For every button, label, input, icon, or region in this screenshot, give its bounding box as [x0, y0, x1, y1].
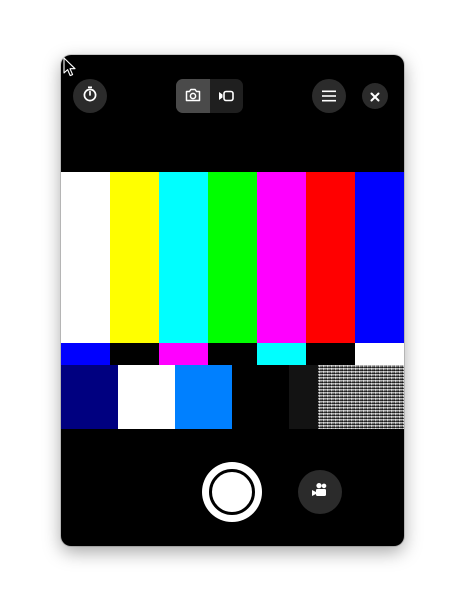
- camera-viewfinder: [61, 172, 404, 429]
- color-bar: [208, 172, 257, 343]
- color-bars-middle: [61, 343, 404, 365]
- color-bar: [232, 365, 289, 429]
- color-bar: [257, 172, 306, 343]
- color-bar: [175, 365, 232, 429]
- color-bar: [306, 343, 355, 365]
- color-bar: [355, 343, 404, 365]
- color-bar: [61, 172, 110, 343]
- capture-mode-toggle: [176, 79, 243, 113]
- shutter-button[interactable]: [202, 462, 262, 522]
- color-bar: [118, 365, 175, 429]
- menu-button[interactable]: [312, 79, 346, 113]
- color-bar: [208, 343, 257, 365]
- color-bar: [61, 343, 110, 365]
- shutter-inner-ring: [209, 469, 255, 515]
- mouse-cursor-icon: [63, 57, 77, 81]
- color-bar: [110, 172, 159, 343]
- color-bars-top: [61, 172, 404, 343]
- color-bar: [61, 365, 118, 429]
- color-bar: [306, 172, 355, 343]
- timer-icon: [82, 86, 98, 106]
- photo-mode-button[interactable]: [176, 79, 210, 113]
- camera-window: Camera: [61, 55, 404, 546]
- color-bars-bottom: [61, 365, 404, 429]
- color-bar: [159, 343, 208, 365]
- color-bar: [355, 172, 404, 343]
- video-mode-button[interactable]: [210, 79, 244, 113]
- static-noise: [318, 365, 404, 429]
- camera-icon: [185, 87, 201, 106]
- video-camera-icon: [218, 87, 235, 106]
- color-bar: [289, 365, 318, 429]
- close-icon: [370, 87, 380, 106]
- color-bar: [110, 343, 159, 365]
- app-title: Camera: [61, 55, 62, 56]
- timer-button[interactable]: [73, 79, 107, 113]
- hamburger-menu-icon: [322, 87, 336, 106]
- color-bar: [257, 343, 306, 365]
- close-button[interactable]: [362, 83, 388, 109]
- color-bar: [159, 172, 208, 343]
- record-video-button[interactable]: [298, 470, 342, 514]
- video-camera-icon: [311, 482, 329, 502]
